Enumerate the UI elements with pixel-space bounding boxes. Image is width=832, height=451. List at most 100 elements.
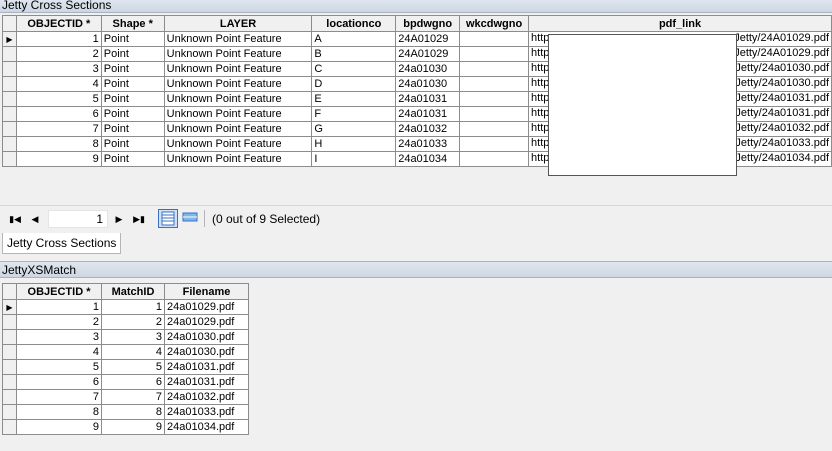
table-row[interactable]: 9 9 24a01034.pdf <box>2 419 249 435</box>
cell-filename[interactable]: 24a01030.pdf <box>164 344 249 360</box>
cell-shape[interactable]: Point <box>100 31 165 47</box>
cell-layer[interactable]: Unknown Point Feature <box>163 46 313 62</box>
cell-filename[interactable]: 24a01029.pdf <box>164 299 249 315</box>
cell-wkcdwgno[interactable] <box>459 136 530 152</box>
cell-matchid[interactable]: 2 <box>101 314 165 330</box>
tab-jetty-cross-sections[interactable]: Jetty Cross Sections <box>2 233 122 254</box>
table-row[interactable]: 4 4 24a01030.pdf <box>2 344 249 360</box>
cell-matchid[interactable]: 7 <box>101 389 165 405</box>
next-record-icon[interactable]: ▶ <box>112 212 126 226</box>
cell-locationco[interactable]: H <box>311 136 397 152</box>
cell-objectid[interactable]: 9 <box>16 419 102 435</box>
last-record-icon[interactable]: ▶▮ <box>132 212 146 226</box>
cell-objectid[interactable]: 9 <box>15 151 102 167</box>
cell-locationco[interactable]: B <box>311 46 397 62</box>
cell-layer[interactable]: Unknown Point Feature <box>163 61 313 77</box>
table-row[interactable]: 7 7 24a01032.pdf <box>2 389 249 405</box>
table-row[interactable]: 3 3 24a01030.pdf <box>2 329 249 345</box>
cell-layer[interactable]: Unknown Point Feature <box>163 136 313 152</box>
cell-wkcdwgno[interactable] <box>459 61 530 77</box>
cell-locationco[interactable]: C <box>311 61 397 77</box>
row-selector[interactable] <box>2 121 17 137</box>
cell-shape[interactable]: Point <box>100 121 165 137</box>
column-header-objectid[interactable]: OBJECTID * <box>16 283 102 300</box>
cell-objectid[interactable]: 7 <box>15 121 102 137</box>
row-selector[interactable] <box>2 389 17 405</box>
row-selector[interactable]: ▶ <box>2 299 17 315</box>
row-selector[interactable] <box>2 374 17 390</box>
row-selector[interactable] <box>2 151 17 167</box>
cell-objectid[interactable]: 8 <box>16 404 102 420</box>
column-header-filename[interactable]: Filename <box>164 283 249 300</box>
cell-objectid[interactable]: 8 <box>15 136 102 152</box>
row-selector[interactable] <box>2 344 17 360</box>
cell-matchid[interactable]: 8 <box>101 404 165 420</box>
cell-bpdwgno[interactable]: 24a01031 <box>395 106 461 122</box>
cell-matchid[interactable]: 4 <box>101 344 165 360</box>
cell-matchid[interactable]: 6 <box>101 374 165 390</box>
cell-filename[interactable]: 24a01029.pdf <box>164 314 249 330</box>
row-selector-header[interactable] <box>2 283 17 300</box>
cell-bpdwgno[interactable]: 24a01033 <box>395 136 461 152</box>
column-header-objectid[interactable]: OBJECTID * <box>15 15 102 32</box>
cell-objectid[interactable]: 6 <box>15 106 102 122</box>
column-header-shape[interactable]: Shape * <box>100 15 165 32</box>
row-selector[interactable] <box>2 329 17 345</box>
cell-layer[interactable]: Unknown Point Feature <box>163 76 313 92</box>
cell-wkcdwgno[interactable] <box>459 31 530 47</box>
cell-matchid[interactable]: 3 <box>101 329 165 345</box>
cell-objectid[interactable]: 2 <box>15 46 102 62</box>
show-all-records-icon[interactable] <box>158 209 178 228</box>
cell-objectid[interactable]: 3 <box>15 61 102 77</box>
cell-objectid[interactable]: 4 <box>16 344 102 360</box>
table-row[interactable]: 2 2 24a01029.pdf <box>2 314 249 330</box>
cell-filename[interactable]: 24a01031.pdf <box>164 359 249 375</box>
row-selector[interactable] <box>2 419 17 435</box>
cell-bpdwgno[interactable]: 24a01034 <box>395 151 461 167</box>
row-selector[interactable] <box>2 91 17 107</box>
row-selector[interactable] <box>2 359 17 375</box>
cell-objectid[interactable]: 6 <box>16 374 102 390</box>
cell-shape[interactable]: Point <box>100 61 165 77</box>
row-selector[interactable] <box>2 61 17 77</box>
cell-objectid[interactable]: 5 <box>16 359 102 375</box>
row-selector-header[interactable] <box>2 15 17 32</box>
cell-wkcdwgno[interactable] <box>459 46 530 62</box>
cell-objectid[interactable]: 4 <box>15 76 102 92</box>
cell-objectid[interactable]: 1 <box>15 31 102 47</box>
cell-objectid[interactable]: 5 <box>15 91 102 107</box>
cell-objectid[interactable]: 3 <box>16 329 102 345</box>
cell-filename[interactable]: 24a01030.pdf <box>164 329 249 345</box>
cell-layer[interactable]: Unknown Point Feature <box>163 31 313 47</box>
cell-locationco[interactable]: D <box>311 76 397 92</box>
row-selector[interactable] <box>2 106 17 122</box>
cell-bpdwgno[interactable]: 24a01031 <box>395 91 461 107</box>
table-row[interactable]: 6 6 24a01031.pdf <box>2 374 249 390</box>
cell-filename[interactable]: 24a01031.pdf <box>164 374 249 390</box>
cell-locationco[interactable]: F <box>311 106 397 122</box>
cell-matchid[interactable]: 9 <box>101 419 165 435</box>
cell-layer[interactable]: Unknown Point Feature <box>163 106 313 122</box>
cell-filename[interactable]: 24a01033.pdf <box>164 404 249 420</box>
previous-record-icon[interactable]: ◀ <box>28 212 42 226</box>
table-row[interactable]: ▶ 1 1 24a01029.pdf <box>2 299 249 315</box>
cell-wkcdwgno[interactable] <box>459 121 530 137</box>
cell-bpdwgno[interactable]: 24A01029 <box>395 31 461 47</box>
column-header-layer[interactable]: LAYER <box>163 15 313 32</box>
row-selector[interactable] <box>2 46 17 62</box>
row-selector[interactable] <box>2 404 17 420</box>
cell-layer[interactable]: Unknown Point Feature <box>163 91 313 107</box>
cell-matchid[interactable]: 1 <box>101 299 165 315</box>
column-header-pdf-link[interactable]: pdf_link <box>528 15 832 32</box>
cell-filename[interactable]: 24a01032.pdf <box>164 389 249 405</box>
row-selector[interactable] <box>2 136 17 152</box>
cell-bpdwgno[interactable]: 24a01030 <box>395 61 461 77</box>
cell-locationco[interactable]: G <box>311 121 397 137</box>
cell-shape[interactable]: Point <box>100 76 165 92</box>
column-header-wkcdwgno[interactable]: wkcdwgno <box>459 15 530 32</box>
cell-wkcdwgno[interactable] <box>459 91 530 107</box>
row-selector[interactable]: ▶ <box>2 31 17 47</box>
cell-wkcdwgno[interactable] <box>459 76 530 92</box>
cell-shape[interactable]: Point <box>100 91 165 107</box>
cell-bpdwgno[interactable]: 24a01032 <box>395 121 461 137</box>
